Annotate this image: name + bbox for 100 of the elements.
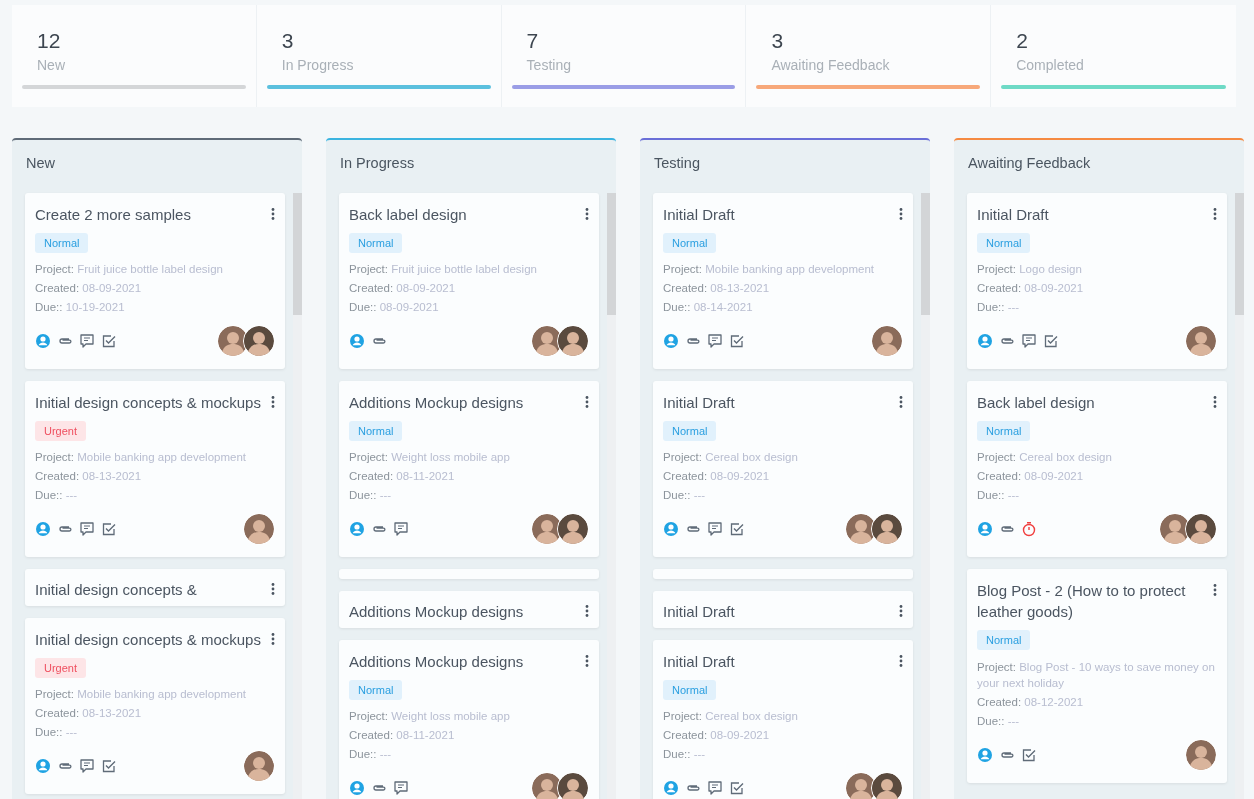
user-icon[interactable] bbox=[663, 780, 679, 796]
task-card[interactable]: Initial design concepts & bbox=[25, 569, 285, 606]
more-icon[interactable] bbox=[899, 655, 903, 667]
priority-tag: Urgent bbox=[35, 658, 87, 678]
card-detail: Project: Logo design bbox=[977, 262, 1082, 277]
task-card[interactable]: Initial Draft bbox=[653, 591, 913, 628]
comment-icon[interactable] bbox=[79, 758, 95, 774]
comment-icon[interactable] bbox=[393, 780, 409, 796]
task-card[interactable]: Initial Draft Normal Project: Cereal box design Created: 08-09-2021 Due:: --- bbox=[653, 381, 913, 557]
user-icon[interactable] bbox=[663, 333, 679, 349]
checklist-icon[interactable] bbox=[1021, 747, 1037, 763]
user-icon[interactable] bbox=[349, 521, 365, 537]
card-detail: Created: 08-11-2021 bbox=[349, 728, 455, 743]
more-icon[interactable] bbox=[271, 396, 275, 408]
card-detail: Project: Weight loss mobile app bbox=[349, 709, 510, 724]
comment-icon[interactable] bbox=[1021, 333, 1037, 349]
more-icon[interactable] bbox=[1213, 208, 1217, 220]
more-icon[interactable] bbox=[585, 655, 589, 667]
more-icon[interactable] bbox=[585, 208, 589, 220]
card-title: Initial design concepts & bbox=[35, 580, 197, 600]
more-icon[interactable] bbox=[271, 208, 275, 220]
scrollbar[interactable] bbox=[293, 193, 302, 799]
comment-icon[interactable] bbox=[707, 780, 723, 796]
card-detail: Due:: 08-09-2021 bbox=[349, 300, 439, 315]
checklist-icon[interactable] bbox=[729, 521, 745, 537]
comment-icon[interactable] bbox=[707, 521, 723, 537]
priority-tag: Normal bbox=[663, 233, 717, 253]
priority-tag: Normal bbox=[349, 421, 403, 441]
card-detail: Due:: --- bbox=[977, 714, 1020, 729]
scrollbar[interactable] bbox=[607, 193, 616, 799]
priority-tag: Normal bbox=[663, 421, 717, 441]
avatar-icon bbox=[243, 750, 275, 782]
comment-icon[interactable] bbox=[707, 333, 723, 349]
card-detail: Created: 08-11-2021 bbox=[349, 469, 455, 484]
checklist-icon[interactable] bbox=[101, 521, 117, 537]
task-card[interactable]: Additions Mockup designs Normal Project: Weight loss mobile app Created: 08-11-2021 Due:: --- bbox=[339, 640, 599, 799]
avatar-icon bbox=[557, 772, 589, 799]
checklist-icon[interactable] bbox=[729, 333, 745, 349]
card-detail: Project: Mobile banking app development bbox=[663, 262, 874, 277]
card-detail: Project: Cereal box design bbox=[977, 450, 1112, 465]
column-title: Testing bbox=[653, 154, 701, 173]
checklist-icon[interactable] bbox=[101, 758, 117, 774]
task-card[interactable]: Create 2 more samples Normal Project: Fruit juice bottle label design Created: 08-09-2021 Due:: 10-19-2021 bbox=[25, 193, 285, 369]
user-icon[interactable] bbox=[977, 333, 993, 349]
user-icon[interactable] bbox=[35, 758, 51, 774]
user-icon[interactable] bbox=[663, 521, 679, 537]
card-detail: Project: Fruit juice bottle label design bbox=[35, 262, 223, 277]
card-detail: Due:: 08-14-2021 bbox=[663, 300, 753, 315]
card-title: Initial Draft bbox=[663, 205, 735, 225]
task-card[interactable]: Initial Draft Normal Project: Logo design Created: 08-09-2021 Due:: --- bbox=[967, 193, 1227, 369]
user-icon[interactable] bbox=[349, 333, 365, 349]
more-icon[interactable] bbox=[1213, 396, 1217, 408]
more-icon[interactable] bbox=[585, 396, 589, 408]
card-title: Blog Post - 2 (How to to protect leather goods) bbox=[977, 581, 1187, 622]
card-detail: Due:: --- bbox=[35, 488, 78, 503]
stat-label: New bbox=[36, 57, 65, 73]
checklist-icon[interactable] bbox=[1043, 333, 1059, 349]
task-card[interactable]: Initial Draft Normal Project: Cereal box design Created: 08-09-2021 Due:: --- bbox=[653, 640, 913, 799]
more-icon[interactable] bbox=[899, 605, 903, 617]
user-icon[interactable] bbox=[35, 333, 51, 349]
comment-icon[interactable] bbox=[79, 521, 95, 537]
more-icon[interactable] bbox=[271, 583, 275, 595]
more-icon[interactable] bbox=[899, 396, 903, 408]
user-icon[interactable] bbox=[35, 521, 51, 537]
user-icon[interactable] bbox=[349, 780, 365, 796]
card-title: Initial Draft bbox=[977, 205, 1049, 225]
stat-label: Testing bbox=[525, 57, 571, 73]
checklist-icon[interactable] bbox=[729, 780, 745, 796]
scrollbar[interactable] bbox=[1235, 193, 1244, 799]
avatar-icon bbox=[1185, 739, 1217, 771]
priority-tag: Urgent bbox=[35, 421, 87, 441]
user-icon[interactable] bbox=[977, 747, 993, 763]
task-card[interactable]: Initial Draft Normal Project: Mobile banking app development Created: 08-13-2021 Due:: 08-14-2021 bbox=[653, 193, 913, 369]
priority-tag: Normal bbox=[349, 680, 403, 700]
task-card[interactable]: Back label design Normal Project: Cereal box design Created: 08-09-2021 Due:: --- bbox=[967, 381, 1227, 557]
timer-icon[interactable] bbox=[1021, 521, 1037, 537]
comment-icon[interactable] bbox=[393, 521, 409, 537]
more-icon[interactable] bbox=[271, 633, 275, 645]
more-icon[interactable] bbox=[899, 208, 903, 220]
task-card[interactable]: Blog Post - 2 (How to to protect leather goods) Normal Project: Blog Post - 10 ways to save money on your next holiday Created: 08-12-2021 Due:: --- bbox=[967, 569, 1227, 783]
comment-icon[interactable] bbox=[79, 333, 95, 349]
card-detail: Created: 08-09-2021 bbox=[35, 281, 142, 296]
card-detail: Project: Weight loss mobile app bbox=[349, 450, 510, 465]
task-card[interactable]: Additions Mockup designs bbox=[339, 591, 599, 628]
card-title: Additions Mockup designs bbox=[349, 602, 524, 622]
stat-count: 12 bbox=[36, 29, 61, 53]
priority-tag: Normal bbox=[977, 630, 1031, 650]
user-icon[interactable] bbox=[977, 521, 993, 537]
task-card[interactable]: Initial design concepts & mockups Urgent Project: Mobile banking app development Created: 08-13-2021 Due:: --- bbox=[25, 381, 285, 557]
card-detail: Due:: --- bbox=[35, 725, 78, 740]
scrollbar[interactable] bbox=[921, 193, 930, 799]
more-icon[interactable] bbox=[1213, 584, 1217, 596]
task-card[interactable]: Back label design Normal Project: Fruit juice bottle label design Created: 08-09-2021 Due:: 08-09-2021 bbox=[339, 193, 599, 369]
more-icon[interactable] bbox=[585, 605, 589, 617]
stat-label: Completed bbox=[1015, 57, 1084, 73]
task-card[interactable]: Additions Mockup designs Normal Project: Weight loss mobile app Created: 08-11-2021 Due:: --- bbox=[339, 381, 599, 557]
checklist-icon[interactable] bbox=[101, 333, 117, 349]
stat-count: 3 bbox=[770, 29, 784, 53]
column-title: New bbox=[25, 154, 56, 173]
task-card[interactable]: Initial design concepts & mockups Urgent Project: Mobile banking app development Created: 08-13-2021 Due:: --- bbox=[25, 618, 285, 794]
